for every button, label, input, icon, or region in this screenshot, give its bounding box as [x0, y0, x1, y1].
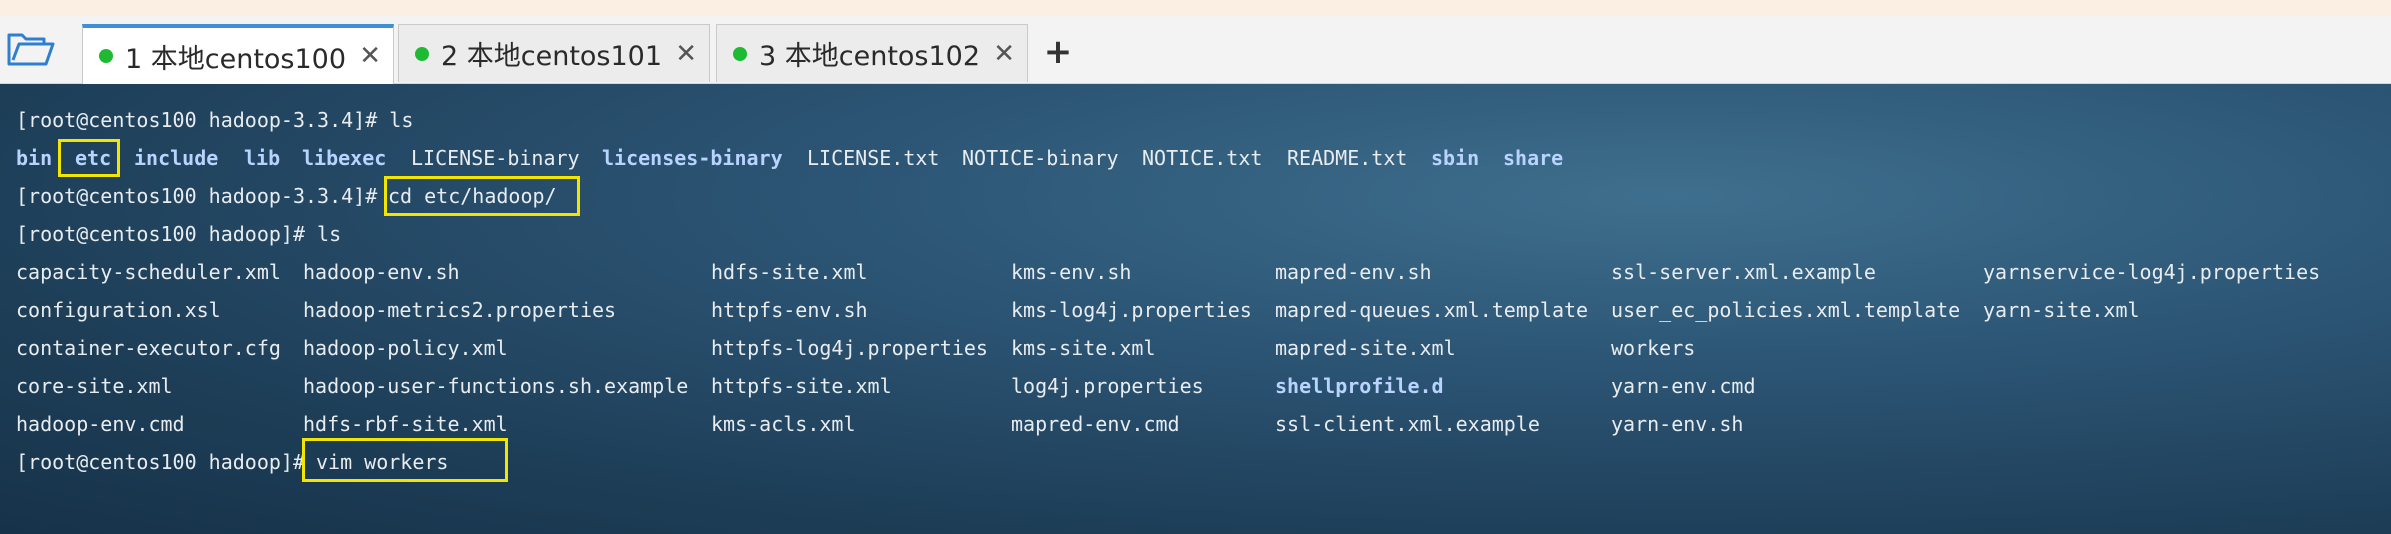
- ls-entry-file: hdfs-site.xml: [711, 260, 868, 284]
- ls-entry-file: yarn-env.sh: [1611, 412, 1744, 436]
- ls-entry-file: hadoop-metrics2.properties: [303, 298, 617, 322]
- tab-bar: 1 本地centos100 ✕ 2 本地centos101 ✕ 3 本地cent…: [0, 16, 2391, 84]
- close-icon[interactable]: ✕: [359, 41, 381, 71]
- plus-icon[interactable]: +: [1040, 34, 1076, 70]
- tab-centos102[interactable]: 3 本地centos102 ✕: [716, 24, 1028, 82]
- tab-label: 2 本地centos101: [441, 41, 663, 72]
- ls-entry-file: log4j.properties: [1011, 374, 1204, 398]
- ls-entry-file: mapred-env.cmd: [1011, 412, 1180, 436]
- ls-entry-directory: libexec: [302, 146, 387, 170]
- ls-entry-directory: licenses-binary: [602, 146, 783, 170]
- ls-entry-file: ssl-client.xml.example: [1275, 412, 1540, 436]
- ls-entry-file: httpfs-site.xml: [711, 374, 892, 398]
- ls-entry-file: httpfs-log4j.properties: [711, 336, 988, 360]
- ls-entry-file: README.txt: [1287, 146, 1408, 170]
- ls-entry-directory: bin: [16, 146, 53, 170]
- close-icon[interactable]: ✕: [993, 39, 1015, 69]
- ls-entry-file: hadoop-env.cmd: [16, 412, 185, 436]
- ls-entry-file: workers: [1611, 336, 1696, 360]
- ls-entry-file: kms-env.sh: [1011, 260, 1132, 284]
- ls-entry-directory: shellprofile.d: [1275, 374, 1444, 398]
- terminal-line: [root@centos100 hadoop-3.3.4]# ls: [16, 108, 414, 132]
- ls-entry-file: configuration.xsl: [16, 298, 221, 322]
- terminal-prompt: [root@centos100 hadoop]#: [16, 450, 305, 474]
- open-folder-icon[interactable]: [6, 30, 56, 70]
- ls-entry-directory: sbin: [1431, 146, 1480, 170]
- tab-label: 3 本地centos102: [759, 41, 981, 72]
- terminal-output[interactable]: [root@centos100 hadoop-3.3.4]# ls bin et…: [0, 84, 2391, 534]
- connected-status-icon: [415, 46, 429, 61]
- title-strip: [0, 0, 2391, 16]
- ls-entry-file: hdfs-rbf-site.xml: [303, 412, 508, 436]
- ls-entry-file: yarn-site.xml: [1983, 298, 2140, 322]
- ls-entry-directory: include: [134, 146, 219, 170]
- terminal-command: vim workers: [316, 450, 449, 474]
- ls-entry-file: hadoop-user-functions.sh.example: [303, 374, 689, 398]
- ls-entry-file: NOTICE.txt: [1142, 146, 1263, 170]
- ls-entry-file: user_ec_policies.xml.template: [1611, 298, 1961, 322]
- ls-entry-file: mapred-env.sh: [1275, 260, 1432, 284]
- ls-entry-file: LICENSE.txt: [807, 146, 940, 170]
- tab-centos100[interactable]: 1 本地centos100 ✕: [82, 24, 394, 84]
- ls-entry-file: core-site.xml: [16, 374, 173, 398]
- terminal-line: [root@centos100 hadoop]# ls: [16, 222, 342, 246]
- ls-entry-file: yarnservice-log4j.properties: [1983, 260, 2321, 284]
- ls-entry-file: ssl-server.xml.example: [1611, 260, 1876, 284]
- ls-entry-file: container-executor.cfg: [16, 336, 281, 360]
- terminal-command: cd etc/hadoop/: [388, 184, 557, 208]
- ls-entry-file: httpfs-env.sh: [711, 298, 868, 322]
- ls-entry-file: kms-site.xml: [1011, 336, 1156, 360]
- ls-entry-file: NOTICE-binary: [962, 146, 1119, 170]
- tab-label: 1 本地centos100: [125, 43, 347, 75]
- tab-centos101[interactable]: 2 本地centos101 ✕: [398, 24, 710, 82]
- ls-entry-file: kms-log4j.properties: [1011, 298, 1252, 322]
- ls-entry-directory: share: [1503, 146, 1564, 170]
- terminal-prompt: [root@centos100 hadoop-3.3.4]#: [16, 184, 378, 208]
- ls-entry-file: kms-acls.xml: [711, 412, 856, 436]
- ls-entry-file: mapred-site.xml: [1275, 336, 1456, 360]
- connected-status-icon: [733, 46, 747, 61]
- ls-entry-directory: lib: [244, 146, 281, 170]
- ls-entry-file: mapred-queues.xml.template: [1275, 298, 1589, 322]
- ls-entry-directory: etc: [75, 146, 112, 170]
- ls-entry-file: yarn-env.cmd: [1611, 374, 1756, 398]
- terminal-app-window: 1 本地centos100 ✕ 2 本地centos101 ✕ 3 本地cent…: [0, 0, 2391, 534]
- ls-entry-file: capacity-scheduler.xml: [16, 260, 281, 284]
- close-icon[interactable]: ✕: [675, 39, 697, 69]
- ls-entry-file: LICENSE-binary: [411, 146, 580, 170]
- connected-status-icon: [99, 49, 113, 63]
- ls-entry-file: hadoop-policy.xml: [303, 336, 508, 360]
- ls-entry-file: hadoop-env.sh: [303, 260, 460, 284]
